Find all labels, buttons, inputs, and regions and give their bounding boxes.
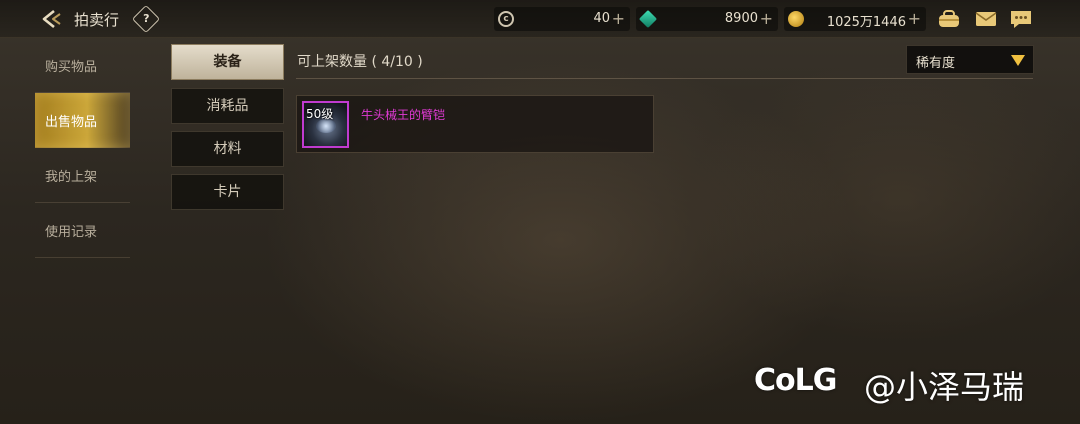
sidebar-item-buy[interactable]: 购买物品 bbox=[35, 38, 130, 93]
page-title: 拍卖行 bbox=[74, 11, 120, 29]
list-item[interactable]: 50级 牛头械王的臂铠 bbox=[296, 95, 654, 153]
sidebar-item-history[interactable]: 使用记录 bbox=[35, 203, 130, 258]
tab-cards[interactable]: 卡片 bbox=[171, 174, 284, 210]
add-gold-button[interactable]: + bbox=[908, 9, 921, 28]
sidebar-item-label: 购买物品 bbox=[45, 60, 98, 75]
currency-c-coin: c 40 + bbox=[494, 7, 630, 31]
back-arrow-icon[interactable] bbox=[40, 8, 64, 30]
gem-icon bbox=[638, 9, 658, 29]
sort-selected-value: 稀有度 bbox=[916, 56, 956, 71]
sidebar-item-sell[interactable]: 出售物品 bbox=[35, 93, 130, 148]
item-level-label: 50级 bbox=[306, 107, 334, 121]
sidebar-item-label: 我的上架 bbox=[45, 170, 98, 185]
currency-gem-value: 8900 bbox=[724, 11, 758, 26]
mail-icon[interactable] bbox=[974, 8, 998, 30]
sidebar-item-label: 出售物品 bbox=[45, 115, 98, 130]
sidebar-item-label: 使用记录 bbox=[45, 225, 98, 240]
tab-consumables[interactable]: 消耗品 bbox=[171, 88, 284, 124]
item-name: 牛头械王的臂铠 bbox=[361, 108, 446, 122]
add-gem-button[interactable]: + bbox=[760, 9, 773, 28]
watermark-handle: @小泽马瑞 bbox=[864, 368, 1025, 406]
add-c-coin-button[interactable]: + bbox=[612, 9, 625, 28]
dropdown-triangle-icon bbox=[1011, 55, 1025, 66]
sidebar: 购买物品 出售物品 我的上架 使用记录 bbox=[35, 38, 130, 258]
chat-icon[interactable] bbox=[1009, 8, 1033, 30]
coin-c-icon: c bbox=[498, 11, 514, 27]
top-bar: 拍卖行 ? c 40 + 8900 + 1025万1446 + bbox=[0, 0, 1080, 38]
currency-gold-value: 1025万1446 bbox=[826, 15, 906, 30]
colg-logo: CoLG bbox=[754, 363, 837, 398]
currency-c-value: 40 bbox=[593, 11, 610, 26]
divider bbox=[296, 78, 1033, 79]
help-icon[interactable]: ? bbox=[131, 4, 161, 34]
rarity-sort-select[interactable]: 稀有度 bbox=[906, 45, 1034, 74]
tab-equipment[interactable]: 装备 bbox=[171, 44, 284, 80]
listing-count-label: 可上架数量 ( 4/10 ) bbox=[297, 54, 423, 70]
bag-icon[interactable] bbox=[937, 8, 961, 30]
gold-coin-icon bbox=[788, 11, 804, 27]
currency-gem: 8900 + bbox=[636, 7, 778, 31]
currency-gold: 1025万1446 + bbox=[784, 7, 926, 31]
tab-materials[interactable]: 材料 bbox=[171, 131, 284, 167]
armor-item-icon: 50级 bbox=[302, 101, 349, 148]
sidebar-item-my-listings[interactable]: 我的上架 bbox=[35, 148, 130, 203]
